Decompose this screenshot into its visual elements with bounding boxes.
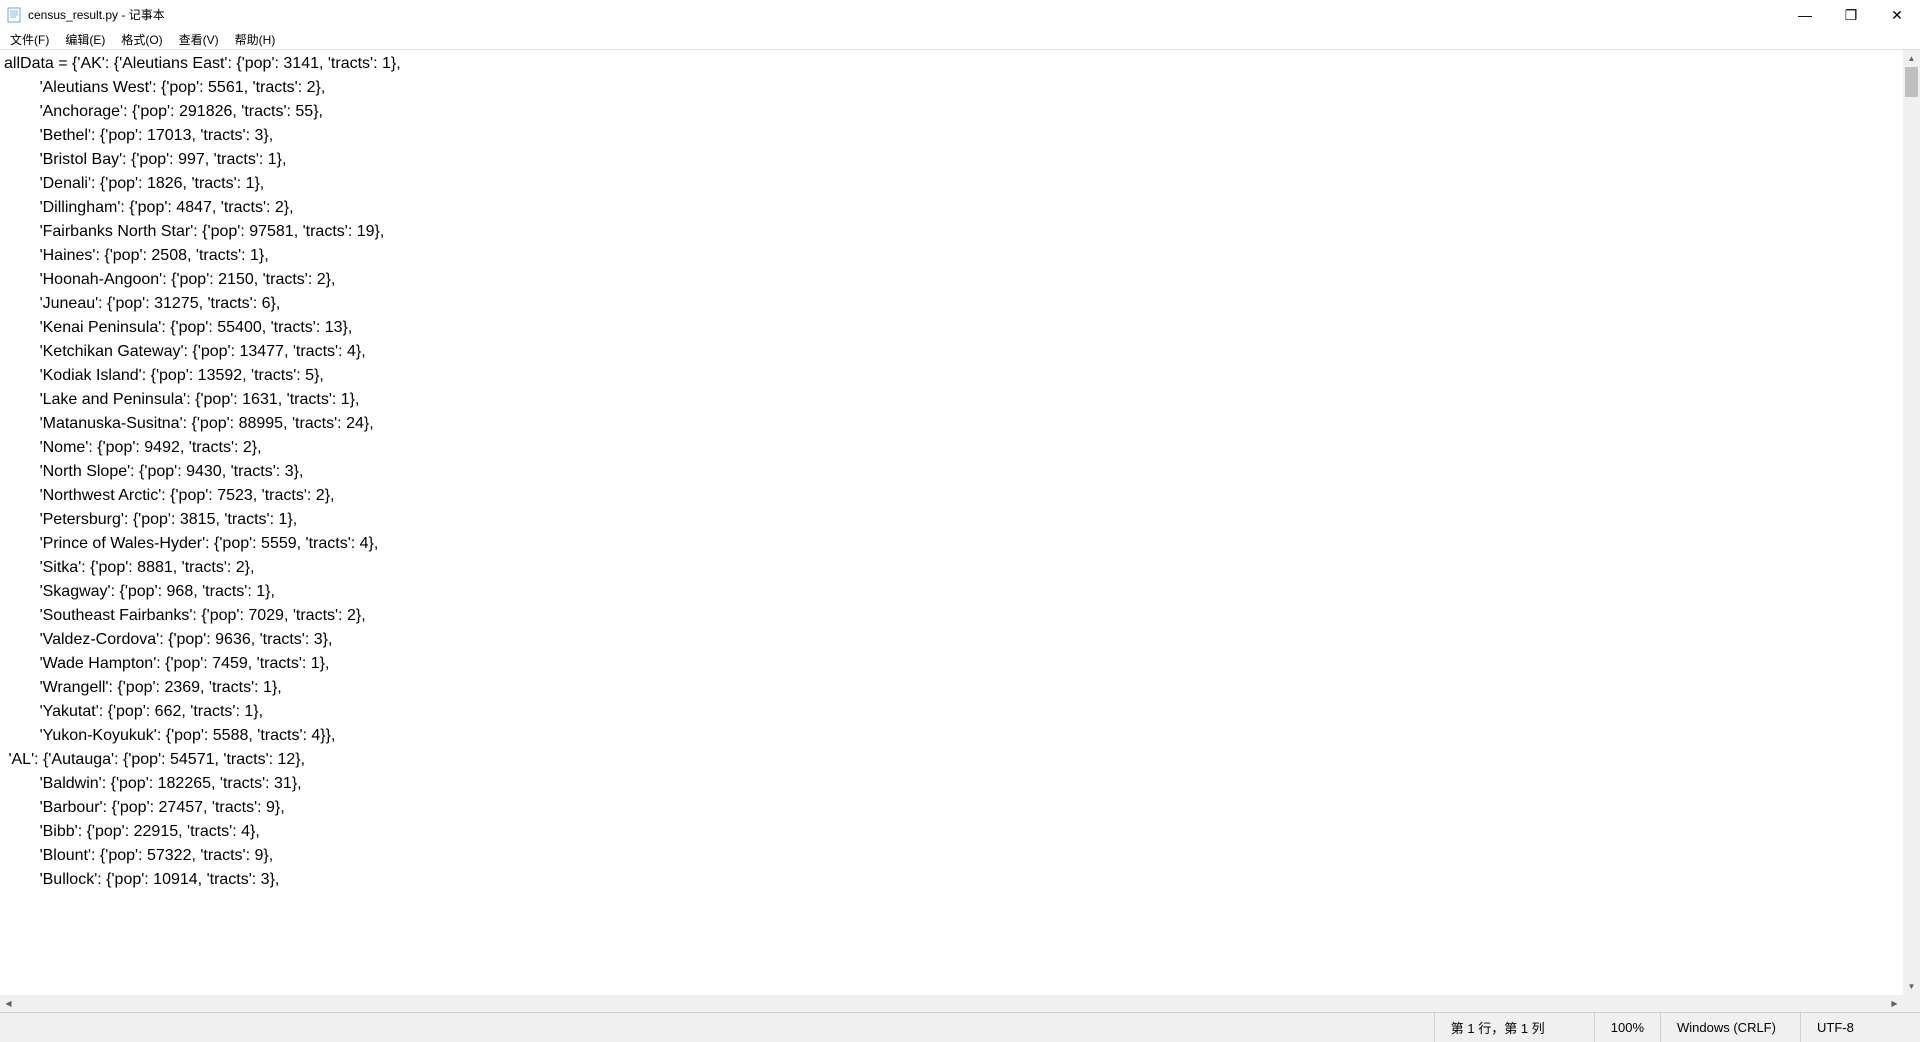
scrollbar-corner [1903, 995, 1920, 1012]
maximize-button[interactable]: ❐ [1828, 0, 1874, 30]
status-cursor-position: 第 1 行，第 1 列 [1434, 1013, 1594, 1042]
horizontal-scrollbar[interactable]: ◀ ▶ [0, 995, 1903, 1012]
scroll-right-arrow-icon[interactable]: ▶ [1886, 995, 1903, 1012]
scroll-down-arrow-icon[interactable]: ▼ [1903, 978, 1920, 995]
status-zoom: 100% [1594, 1013, 1660, 1042]
menu-help[interactable]: 帮助(H) [227, 29, 284, 50]
notepad-icon [6, 7, 22, 23]
menu-view[interactable]: 查看(V) [171, 29, 227, 50]
menu-format[interactable]: 格式(O) [113, 29, 170, 50]
menu-edit[interactable]: 编辑(E) [57, 29, 113, 50]
minimize-button[interactable]: — [1782, 0, 1828, 30]
status-encoding: UTF-8 [1800, 1013, 1920, 1042]
scroll-left-arrow-icon[interactable]: ◀ [0, 995, 17, 1012]
content-wrapper: allData = {'AK': {'Aleutians East': {'po… [0, 50, 1920, 1012]
text-content[interactable]: allData = {'AK': {'Aleutians East': {'po… [4, 52, 1899, 892]
vertical-scrollbar[interactable]: ▲ ▼ [1903, 50, 1920, 995]
menu-bar: 文件(F) 编辑(E) 格式(O) 查看(V) 帮助(H) [0, 30, 1920, 50]
status-line-ending: Windows (CRLF) [1660, 1013, 1800, 1042]
scroll-up-arrow-icon[interactable]: ▲ [1903, 50, 1920, 67]
window-title: census_result.py - 记事本 [28, 6, 165, 23]
window-controls: — ❐ ✕ [1782, 0, 1920, 30]
close-button[interactable]: ✕ [1874, 0, 1920, 30]
title-bar: census_result.py - 记事本 — ❐ ✕ [0, 0, 1920, 30]
scroll-thumb-vertical[interactable] [1905, 67, 1918, 97]
text-editor-area[interactable]: allData = {'AK': {'Aleutians East': {'po… [0, 50, 1903, 995]
menu-file[interactable]: 文件(F) [2, 29, 57, 50]
status-bar: 第 1 行，第 1 列 100% Windows (CRLF) UTF-8 [0, 1012, 1920, 1042]
